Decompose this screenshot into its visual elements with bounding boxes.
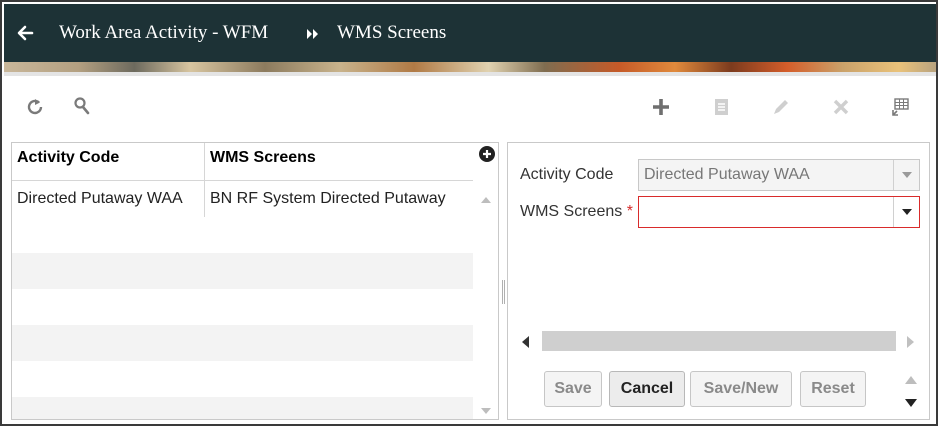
save-button[interactable]: Save [544,371,602,407]
add-icon[interactable] [650,96,672,118]
app-window: Work Area Activity - WFM WMS Screens Act… [0,0,938,426]
wms-screens-select[interactable] [638,196,920,228]
empty-row [12,253,473,289]
table-row[interactable]: Directed Putaway WAA BN RF System Direct… [12,181,473,217]
results-table: Activity Code WMS Screens Directed Putaw… [11,142,499,420]
horizontal-scrollbar[interactable] [514,329,922,353]
scroll-down-icon[interactable] [904,395,918,407]
scroll-right-icon[interactable] [906,335,914,353]
activity-code-value: Directed Putaway WAA [644,166,810,183]
wms-screens-label-text: WMS Screens [520,203,623,220]
scroll-up-icon[interactable] [904,372,918,384]
reset-button[interactable]: Reset [800,371,866,407]
cell-activity-code: Directed Putaway WAA [12,181,205,217]
scroll-left-icon[interactable] [522,335,530,353]
refresh-icon[interactable] [24,96,46,118]
delete-icon [830,96,852,118]
double-chevron-icon [306,27,320,39]
divider [4,72,936,76]
copy-icon [710,96,732,118]
decorative-banner [4,62,936,72]
empty-row [12,289,473,325]
scrollbar-thumb[interactable] [542,331,896,351]
empty-row [12,361,473,397]
required-marker: * [626,203,633,220]
save-new-button[interactable]: Save/New [690,371,792,407]
activity-code-select: Directed Putaway WAA [638,159,920,191]
chevron-down-icon[interactable] [893,197,919,227]
wms-screens-label: WMS Screens * [520,203,633,221]
column-settings-icon[interactable] [890,96,912,118]
scroll-up-icon[interactable] [481,191,491,203]
page-title: WMS Screens [337,22,447,43]
cancel-button[interactable]: Cancel [609,371,685,407]
column-header-wms-screens[interactable]: WMS Screens [205,143,473,181]
search-icon[interactable] [72,96,94,118]
back-arrow-icon[interactable] [14,22,36,44]
scroll-down-icon[interactable] [481,402,491,414]
edit-icon [770,96,792,118]
panel-splitter-handle[interactable] [502,280,505,304]
add-column-icon[interactable] [478,145,496,163]
empty-row [12,217,473,253]
detail-form: Activity Code Directed Putaway WAA WMS S… [507,142,930,420]
cell-wms-screens: BN RF System Directed Putaway [210,190,446,207]
page-header: Work Area Activity - WFM WMS Screens [4,4,936,62]
empty-row [12,325,473,361]
empty-row [12,397,473,419]
breadcrumb-parent[interactable]: Work Area Activity - WFM [59,22,268,44]
column-header-activity-code[interactable]: Activity Code [12,143,205,181]
table-header: Activity Code WMS Screens [12,143,473,181]
activity-code-label: Activity Code [520,166,614,183]
vertical-scrollbar[interactable] [474,181,498,419]
chevron-down-icon [893,160,919,190]
